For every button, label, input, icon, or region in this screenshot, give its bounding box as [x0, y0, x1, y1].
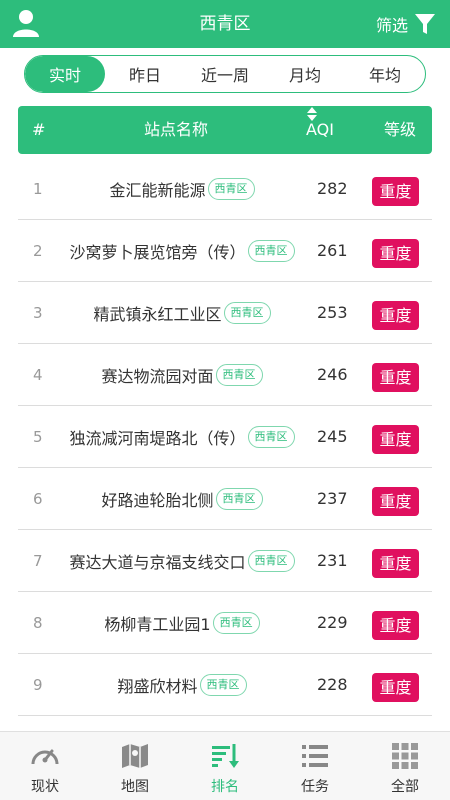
nav-tasks-label: 任务 — [301, 779, 329, 795]
station-name: 翔盛欣材料 — [117, 677, 198, 696]
grade-badge: 重度 — [372, 549, 419, 578]
filter-label: 筛选 — [375, 16, 408, 35]
station-name-cell: 沙窝萝卜展览馆旁（传） 西青区 — [54, 220, 310, 282]
grade-badge: 重度 — [372, 487, 419, 516]
table-row[interactable]: 1 金汇能新能源 西青区 282 重度 — [18, 158, 432, 220]
district-badge: 西青区 — [212, 612, 260, 634]
row-index: 2 — [33, 242, 43, 260]
funnel-icon — [415, 14, 435, 34]
station-name-cell: 翔盛欣材料 西青区 — [54, 654, 310, 716]
tab-realtime[interactable]: 实时 — [25, 56, 105, 92]
nav-status[interactable]: 现状 — [0, 732, 90, 800]
row-index: 7 — [33, 552, 43, 570]
grade-badge: 重度 — [372, 611, 419, 640]
district-badge: 西青区 — [223, 302, 271, 324]
station-name-cell: 精武镇永红工业区 西青区 — [54, 282, 310, 344]
bottom-nav: 现状 地图 排名 任务 全部 — [0, 731, 450, 800]
table-row[interactable]: 6 好路迪轮胎北侧 西青区 237 重度 — [18, 468, 432, 530]
task-list-icon — [302, 745, 328, 767]
district-badge: 西青区 — [199, 674, 247, 696]
station-name: 赛达大道与京福支线交口 — [69, 553, 246, 572]
row-index: 1 — [33, 180, 43, 198]
row-index: 4 — [33, 366, 43, 384]
aqi-value: 229 — [317, 613, 348, 632]
header-station-name: 站点名称 — [144, 120, 209, 139]
header-grade: 等级 — [384, 120, 417, 139]
filter-button[interactable]: 筛选 — [376, 0, 436, 48]
station-name: 赛达物流园对面 — [101, 367, 214, 386]
grade-badge: 重度 — [372, 239, 419, 268]
district-badge: 西青区 — [247, 240, 295, 262]
top-bar: 西青区 筛选 — [0, 0, 450, 48]
row-index: 8 — [33, 614, 43, 632]
header-aqi-sort[interactable]: AQI — [306, 106, 334, 139]
map-icon — [122, 744, 148, 768]
station-name-cell: 好路迪轮胎北侧 西青区 — [54, 468, 310, 530]
station-name-cell: 独流减河南堤路北（传） 西青区 — [54, 406, 310, 468]
station-name: 杨柳青工业园1 — [104, 615, 211, 634]
station-name: 好路迪轮胎北侧 — [101, 491, 214, 510]
aqi-value: 228 — [317, 675, 348, 694]
nav-ranking[interactable]: 排名 — [180, 732, 270, 800]
time-range-tabs: 实时 昨日 近一周 月均 年均 — [24, 55, 426, 93]
district-badge: 西青区 — [247, 550, 295, 572]
station-name-cell: 杨柳青工业园1 西青区 — [54, 592, 310, 654]
nav-all[interactable]: 全部 — [360, 732, 450, 800]
station-name: 独流减河南堤路北（传） — [69, 429, 246, 448]
grade-badge: 重度 — [372, 425, 419, 454]
district-badge: 西青区 — [215, 488, 263, 510]
header-aqi-label: AQI — [306, 120, 334, 139]
row-index: 6 — [33, 490, 43, 508]
row-index: 5 — [33, 428, 43, 446]
district-badge: 西青区 — [215, 364, 263, 386]
table-row[interactable]: 3 精武镇永红工业区 西青区 253 重度 — [18, 282, 432, 344]
station-name: 金汇能新能源 — [109, 181, 206, 200]
station-name-cell: 赛达大道与京福支线交口 西青区 — [54, 530, 310, 592]
district-badge: 西青区 — [207, 178, 255, 200]
table-header: # 站点名称 AQI 等级 — [18, 106, 432, 154]
table-row[interactable]: 9 翔盛欣材料 西青区 228 重度 — [18, 654, 432, 716]
table-row[interactable]: 2 沙窝萝卜展览馆旁（传） 西青区 261 重度 — [18, 220, 432, 282]
gauge-icon — [31, 749, 59, 765]
tab-yearly[interactable]: 年均 — [345, 56, 425, 92]
aqi-value: 245 — [317, 427, 348, 446]
aqi-value: 246 — [317, 365, 348, 384]
ranking-list: 1 金汇能新能源 西青区 282 重度 2 沙窝萝卜展览馆旁（传） 西青区 261 … — [18, 158, 432, 716]
table-row[interactable]: 8 杨柳青工业园1 西青区 229 重度 — [18, 592, 432, 654]
station-name: 精武镇永红工业区 — [93, 305, 222, 324]
tab-yesterday[interactable]: 昨日 — [105, 56, 185, 92]
nav-map[interactable]: 地图 — [90, 732, 180, 800]
table-row[interactable]: 7 赛达大道与京福支线交口 西青区 231 重度 — [18, 530, 432, 592]
nav-status-label: 现状 — [31, 779, 59, 795]
aqi-value: 261 — [317, 241, 348, 260]
ranking-icon — [212, 744, 239, 768]
aqi-value: 237 — [317, 489, 348, 508]
nav-ranking-label: 排名 — [211, 779, 239, 795]
district-badge: 西青区 — [247, 426, 295, 448]
header-index: # — [32, 120, 46, 139]
nav-map-label: 地图 — [121, 779, 149, 795]
station-name-cell: 赛达物流园对面 西青区 — [54, 344, 310, 406]
nav-tasks[interactable]: 任务 — [270, 732, 360, 800]
aqi-value: 231 — [317, 551, 348, 570]
row-index: 3 — [33, 304, 43, 322]
tab-monthly[interactable]: 月均 — [265, 56, 345, 92]
tab-last-week[interactable]: 近一周 — [185, 56, 265, 92]
nav-all-label: 全部 — [391, 779, 419, 795]
table-row[interactable]: 4 赛达物流园对面 西青区 246 重度 — [18, 344, 432, 406]
grade-badge: 重度 — [372, 177, 419, 206]
grade-badge: 重度 — [372, 301, 419, 330]
grade-badge: 重度 — [372, 363, 419, 392]
grade-badge: 重度 — [372, 673, 419, 702]
aqi-value: 253 — [317, 303, 348, 322]
grid-icon — [392, 743, 418, 769]
station-name-cell: 金汇能新能源 西青区 — [54, 158, 310, 220]
row-index: 9 — [33, 676, 43, 694]
station-name: 沙窝萝卜展览馆旁（传） — [69, 243, 246, 262]
aqi-value: 282 — [317, 179, 348, 198]
table-row[interactable]: 5 独流减河南堤路北（传） 西青区 245 重度 — [18, 406, 432, 468]
